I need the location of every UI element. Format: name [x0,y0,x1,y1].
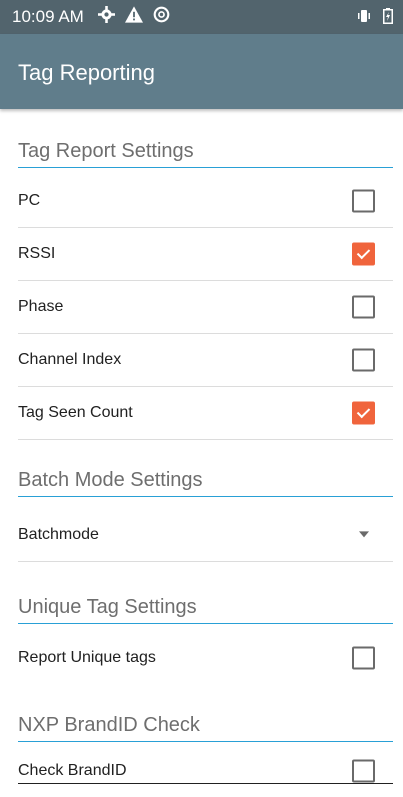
dropdown-arrow-icon[interactable] [359,531,369,538]
status-right-icons [357,0,393,34]
sync-icon [153,6,170,28]
battery-icon [383,7,393,27]
report-unique-tags-checkbox[interactable] [352,646,375,670]
divider [18,783,393,784]
setting-row-phase[interactable]: Phase [18,281,393,334]
rssi-checkbox[interactable] [352,242,375,266]
phase-checkbox[interactable] [352,295,375,319]
app-bar: Tag Reporting [0,34,403,109]
setting-label: Check BrandID [18,762,127,779]
channel-index-checkbox[interactable] [352,348,375,372]
setting-label: Channel Index [18,351,122,368]
page-title: Tag Reporting [18,60,155,85]
setting-label: PC [18,192,41,209]
setting-row-channel-index[interactable]: Channel Index [18,334,393,387]
setting-row-check-brandid[interactable]: Check BrandID [18,745,393,797]
setting-label: RSSI [18,245,56,262]
setting-row-report-unique-tags[interactable]: Report Unique tags [18,632,393,684]
setting-row-pc[interactable]: PC [18,175,393,228]
section-header-tag-report: Tag Report Settings [18,140,393,168]
vibrate-icon [357,9,371,26]
setting-label: Phase [18,298,64,315]
status-bar: 10:09 AM [0,0,403,34]
check-brandid-checkbox[interactable] [352,759,375,783]
setting-row-tag-seen-count[interactable]: Tag Seen Count [18,387,393,440]
section-header-unique-tag: Unique Tag Settings [18,596,393,624]
warning-icon [124,6,143,28]
setting-label: Report Unique tags [18,649,156,666]
pc-checkbox[interactable] [352,189,375,213]
settings-icon [97,6,115,28]
status-icons [97,6,170,28]
batchmode-dropdown[interactable]: Batchmode [18,509,393,562]
dropdown-label: Batchmode [18,526,99,543]
status-time: 10:09 AM [12,7,84,26]
setting-label: Tag Seen Count [18,404,133,421]
setting-row-rssi[interactable]: RSSI [18,228,393,281]
section-header-brandid: NXP BrandID Check [18,714,393,742]
tag-seen-count-checkbox[interactable] [352,401,375,425]
section-header-batch-mode: Batch Mode Settings [18,469,393,497]
